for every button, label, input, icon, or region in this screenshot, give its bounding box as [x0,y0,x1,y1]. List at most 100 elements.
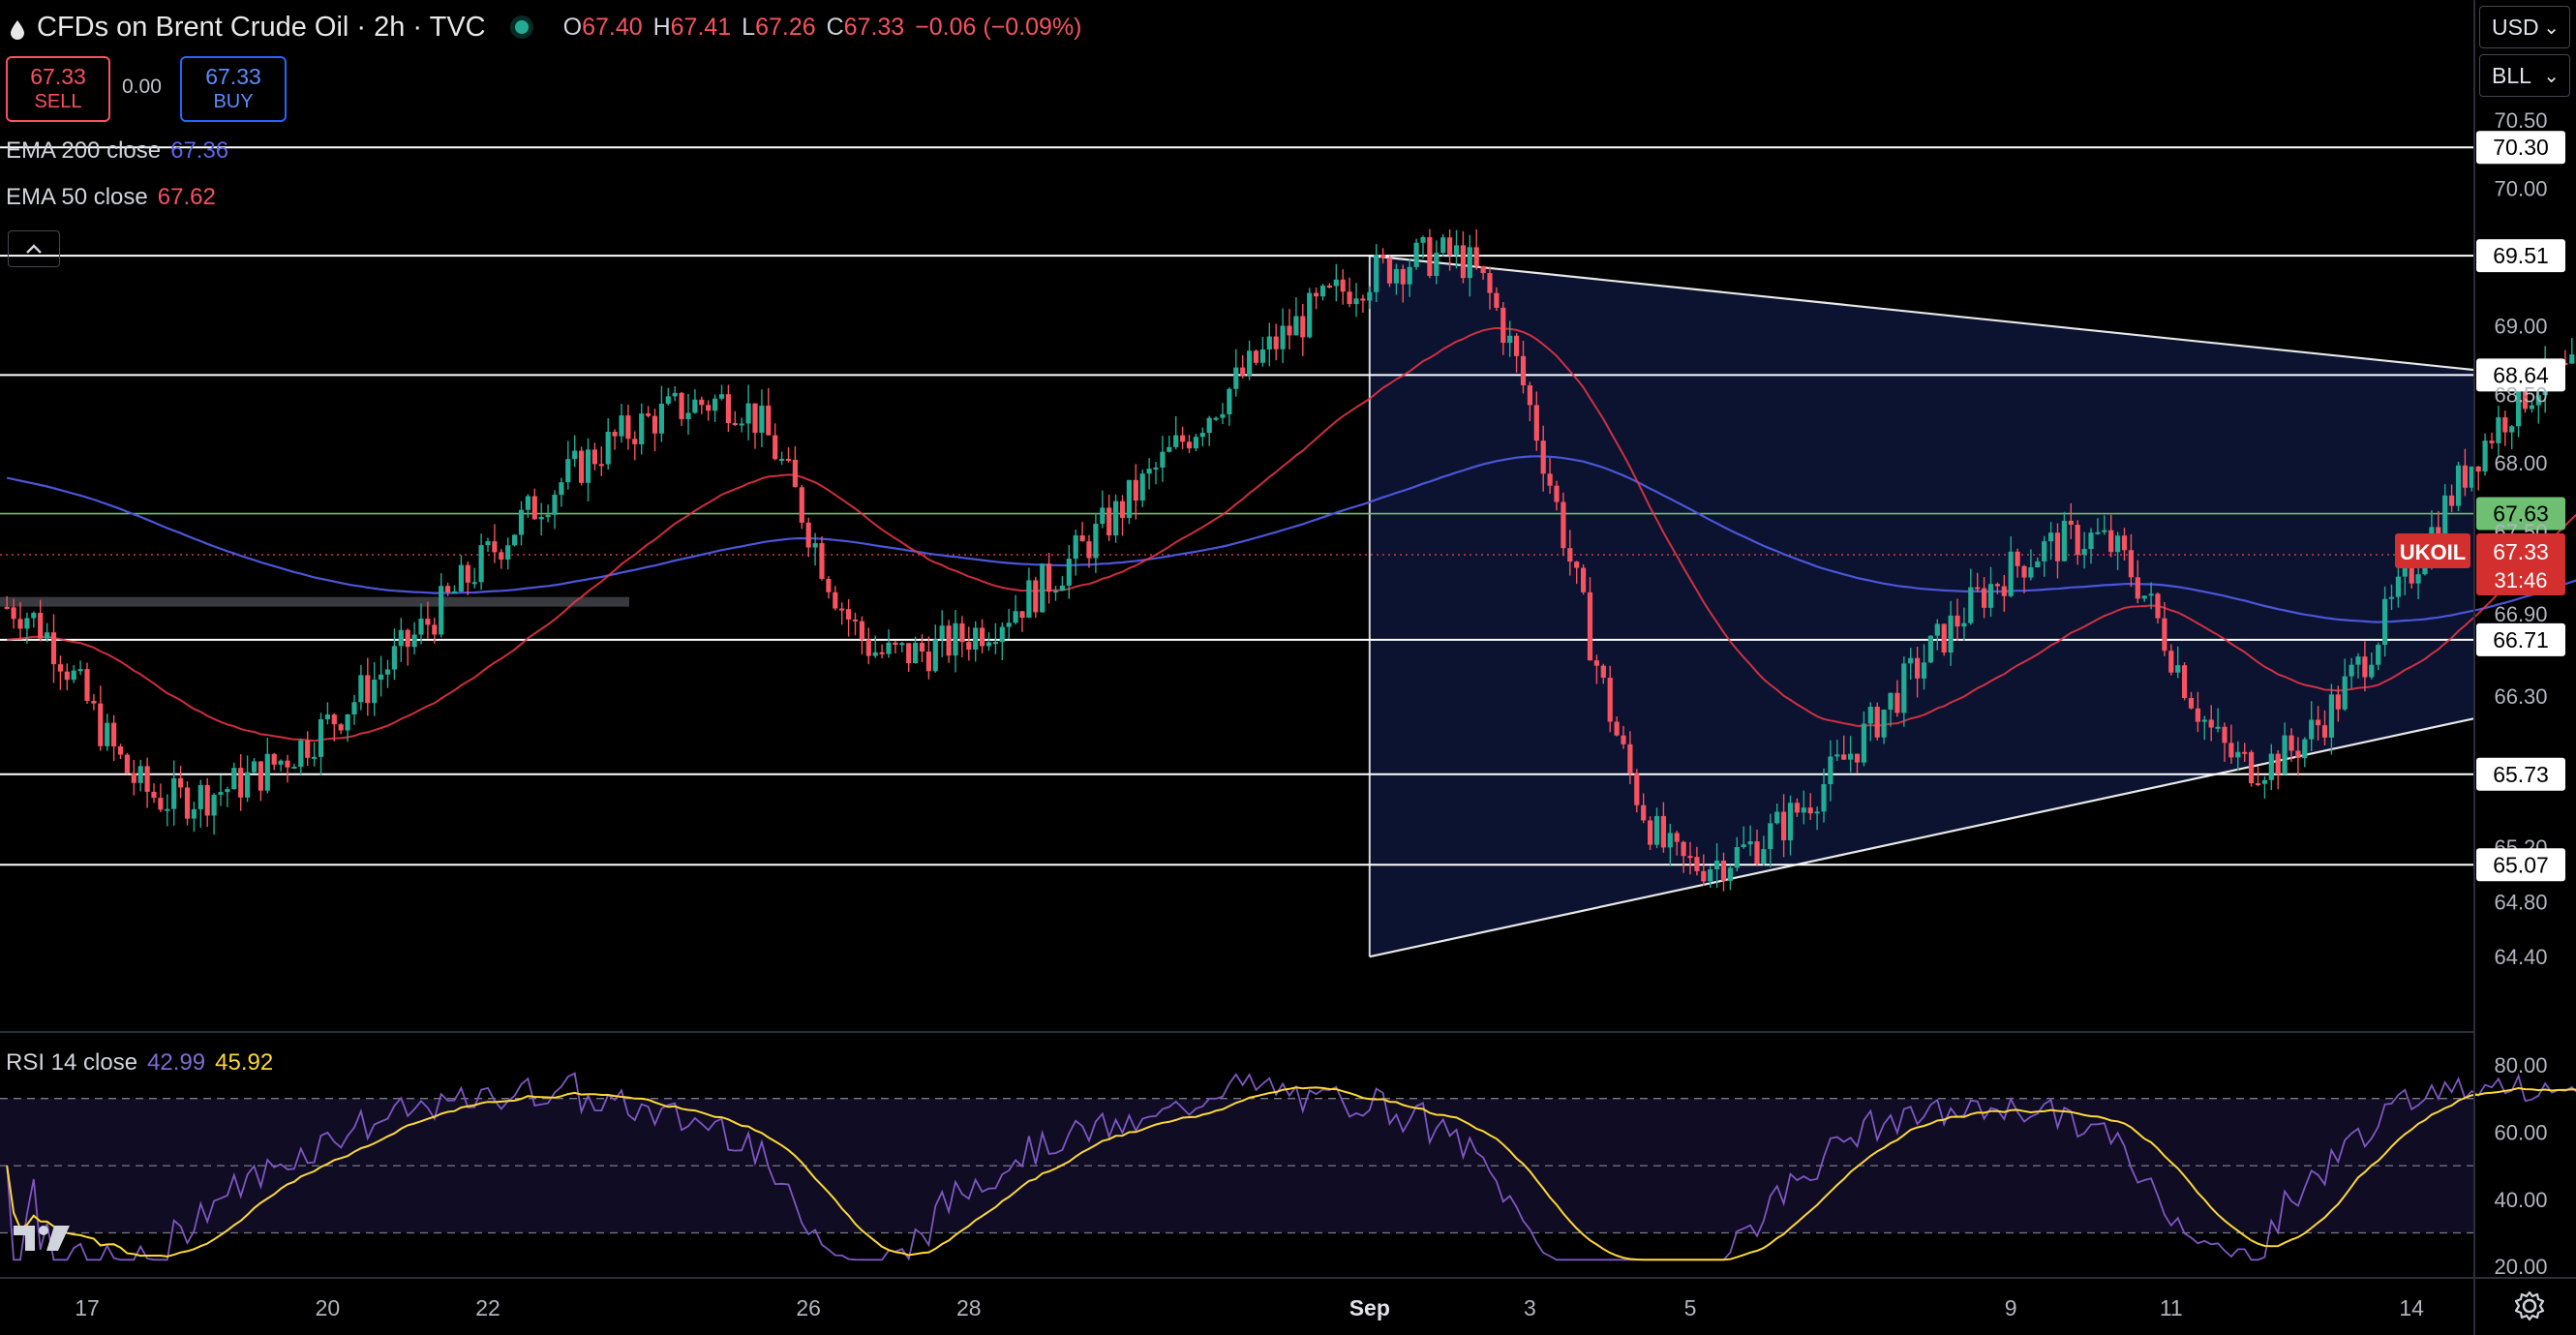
currency-select[interactable]: USD ⌄ [2479,6,2570,48]
candle-body [1653,815,1660,845]
ema200-legend[interactable]: EMA 200 close 67.36 [6,137,228,165]
candle-body [451,591,458,593]
candle-body [2215,726,2221,729]
time-tick-Sep: Sep [1349,1295,1390,1320]
candle-body [531,496,537,520]
candle-body [218,792,224,795]
candle-body [859,621,864,640]
candle-body [372,680,378,704]
candle-body [752,403,758,433]
candle-body [966,642,972,651]
candle-body [1574,561,1580,568]
candle-body [1814,811,1820,814]
buy-button[interactable]: 67.33 BUY [180,56,287,122]
candle-body [1494,292,1500,308]
sell-button[interactable]: 67.33 SELL [6,56,110,122]
candle-body [2395,576,2401,597]
candle-body [2148,593,2154,596]
candle-body [1674,833,1680,842]
candle-body [2569,354,2575,364]
candle-body [144,766,150,792]
tradingview-logo[interactable] [12,1222,72,1258]
candle-body [231,768,237,790]
candle-body [2382,598,2388,645]
candle-body [2255,783,2261,786]
candle-body [458,564,464,592]
candle-body [512,534,518,546]
candle-body [1186,441,1193,449]
candle-body [1741,844,1746,848]
candle-body [1894,692,1900,713]
market-status-icon[interactable] [514,20,529,34]
candle-body [425,619,431,625]
candle-body [585,449,591,483]
candle-body [732,423,738,426]
candle-body [345,714,350,731]
candle-body [632,439,638,444]
collapse-legend-button[interactable] [8,230,60,267]
candle-body [559,482,564,496]
candle-body [1386,258,1393,284]
candle-body [812,543,818,548]
candle-body [2502,417,2508,433]
candle-body [1220,413,1226,418]
ema50-legend[interactable]: EMA 50 close 67.62 [6,184,216,211]
candle-body [2048,532,2054,542]
candle-body [2475,466,2481,472]
candle-body [1247,350,1253,376]
candle-body [826,578,832,592]
candle-body [77,669,83,672]
candle-body [2121,535,2128,551]
candle-body [953,622,958,656]
candle-body [759,405,765,433]
candle-body [852,619,859,622]
candle-body [1834,754,1840,757]
candle-body [411,634,417,648]
candle-body [2015,551,2020,566]
candle-body [1627,743,1633,774]
level-tag-66.71: 66.71 [2493,627,2549,652]
chart-canvas[interactable]: 70.5070.3070.0069.5169.0068.6468.5068.00… [0,0,2576,1335]
candle-body [505,545,511,561]
rsi-value: 42.99 [147,1049,206,1076]
candle-body [318,719,324,757]
candle-body [1487,273,1493,293]
candle-body [925,652,931,672]
candle-body [1353,298,1359,305]
candle-body [331,714,337,725]
candle-body [2095,531,2101,534]
candle-body [1593,660,1599,666]
candle-body [1581,567,1587,592]
candle-body [2021,565,2027,578]
candle-body [679,392,684,419]
settings-gear-icon[interactable] [2513,1289,2546,1322]
candle-body [773,435,778,460]
price-tick-64.40: 64.40 [2494,945,2547,969]
ema200-label: EMA 200 close [6,137,162,164]
candle-body [1734,847,1740,868]
candle-body [946,625,952,656]
price-tick-70.50: 70.50 [2494,108,2547,133]
candle-body [1994,584,2000,587]
rsi-legend[interactable]: RSI 14 close 42.99 45.92 [6,1049,273,1077]
candle-body [2282,735,2288,774]
candle-body [1293,316,1299,336]
candle-body [2135,577,2140,599]
unit-select[interactable]: BLL ⌄ [2479,54,2570,97]
time-tick-22: 22 [475,1295,500,1320]
candle-body [1300,316,1306,338]
candle-body [64,671,70,681]
candle-body [1113,501,1119,536]
symbol-header[interactable]: CFDs on Brent Crude Oil · 2h · TVC O67.4… [10,8,1086,46]
candle-body [1106,507,1112,536]
candle-body [2208,719,2214,728]
symbol-title[interactable]: CFDs on Brent Crude Oil · 2h · TVC [37,12,486,44]
candle-body [545,514,551,517]
level-tag-69.51: 69.51 [2493,243,2549,268]
price-tick-66.30: 66.30 [2494,684,2547,709]
candle-body [1052,591,1059,593]
candle-body [685,412,691,419]
chevron-up-icon [26,244,42,254]
candle-body [672,392,678,397]
candle-body [1607,678,1613,722]
